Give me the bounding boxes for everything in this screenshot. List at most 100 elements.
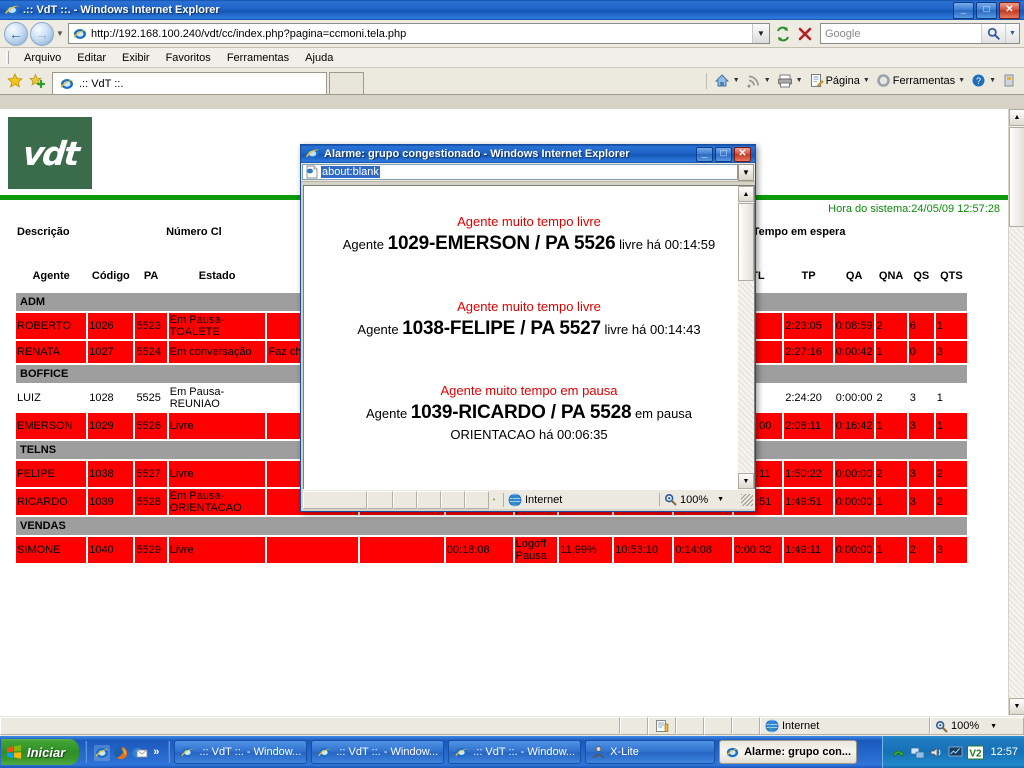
popup-scroll-down-arrow-icon[interactable]: ▼	[738, 473, 754, 489]
menu-item-ferramentas[interactable]: Ferramentas	[219, 50, 297, 66]
close-button[interactable]: ✕	[999, 1, 1020, 19]
add-to-favorites-icon[interactable]	[26, 70, 48, 92]
search-input[interactable]: Google	[821, 28, 981, 40]
page-menu-button[interactable]: Página ▼	[806, 71, 873, 90]
stop-button[interactable]	[794, 23, 816, 45]
help-button[interactable]: ? ▼	[968, 71, 999, 90]
popup-maximize-button[interactable]: □	[715, 146, 732, 162]
page-chevron-down-icon[interactable]: ▼	[863, 77, 870, 84]
tray-clock[interactable]: 12:57	[990, 746, 1018, 758]
popup-address-field[interactable]: about:blank	[302, 164, 738, 180]
refresh-button[interactable]	[772, 23, 794, 45]
back-button[interactable]: ←	[4, 21, 28, 46]
page-scroll-thumb[interactable]	[1009, 127, 1024, 227]
popup-scroll-up-arrow-icon[interactable]: ▲	[738, 186, 754, 202]
print-button[interactable]: ▼	[774, 71, 806, 91]
popup-address-dropdown-icon[interactable]: ▼	[738, 163, 754, 181]
search-box[interactable]: Google ▼	[820, 23, 1020, 44]
research-button[interactable]	[999, 71, 1020, 90]
main-zoom-chevron-down-icon[interactable]: ▼	[990, 723, 997, 730]
taskbar-item[interactable]: .:: VdT ::. - Window...	[448, 740, 582, 764]
maximize-button[interactable]: □	[976, 1, 997, 19]
favorites-star-icon[interactable]	[4, 70, 26, 92]
taskbar-item[interactable]: .:: VdT ::. - Window...	[174, 740, 308, 764]
alarm-detail: Agente 1039-RICARDO / PA 5528 em pausa	[326, 400, 732, 426]
popup-resize-grip[interactable]	[741, 493, 753, 506]
popup-status-bar: Internet 100% ▼	[303, 489, 755, 509]
feeds-button[interactable]: ▼	[743, 71, 774, 90]
popup-internet-explorer-icon	[305, 146, 321, 162]
menu-item-favoritos[interactable]: Favoritos	[158, 50, 219, 66]
taskbar-item[interactable]: X-Lite	[585, 740, 716, 764]
tray-v2-icon[interactable]: V2	[967, 745, 985, 760]
print-chevron-down-icon[interactable]: ▼	[796, 77, 803, 84]
popup-close-button[interactable]: ✕	[734, 146, 751, 162]
tray-monitor-icon[interactable]	[948, 745, 963, 760]
page-icon	[72, 26, 88, 42]
tools-menu-button[interactable]: Ferramentas ▼	[873, 71, 968, 90]
popup-scroll-track[interactable]	[738, 282, 754, 472]
quicklaunch-mail-icon[interactable]	[132, 745, 148, 760]
popup-scroll-thumb[interactable]	[738, 203, 754, 281]
cell-qna: 3	[908, 413, 934, 439]
cell-pa: 5524	[135, 341, 167, 363]
menu-item-editar[interactable]: Editar	[69, 50, 114, 66]
alarm-prefix: Agente	[365, 406, 411, 422]
cell-qs: 3	[935, 341, 967, 363]
cell-agente: LUIZ	[16, 385, 87, 411]
taskbar-item[interactable]: .:: VdT ::. - Window...	[311, 740, 445, 764]
cell-qs: 1	[935, 313, 967, 339]
search-icon[interactable]	[981, 24, 1005, 43]
home-chevron-down-icon[interactable]: ▼	[733, 77, 740, 84]
cell-codigo: 1028	[88, 385, 134, 411]
quicklaunch-overflow-chevron-icon[interactable]: »	[151, 746, 161, 758]
forward-button[interactable]: →	[30, 21, 54, 46]
cell-qa: 1	[875, 489, 907, 515]
agent-row[interactable]: SIMONE 1040 5529 Livre 00:18:08 Logoff Pausa 1…	[16, 537, 967, 563]
main-status-notification-icon[interactable]	[648, 717, 676, 735]
windows-taskbar: Iniciar » .:: VdT::. - Window... .:: Vd…	[0, 736, 1024, 768]
alarm-entry: Agente muito tempo livre Agente 1038-FELI…	[326, 299, 732, 342]
minimize-button[interactable]: _	[953, 1, 974, 19]
taskbar-item[interactable]: Alarme: grupo con...	[719, 740, 858, 764]
scroll-up-arrow-icon[interactable]: ▲	[1009, 109, 1024, 126]
cell-qa: 2	[875, 313, 907, 339]
cell-codigo: 1027	[88, 341, 134, 363]
page-vertical-scrollbar[interactable]: ▲ ▼	[1008, 109, 1024, 715]
main-title-text: .:: VdT ::. - Windows Internet Explorer	[23, 4, 220, 16]
address-dropdown-icon[interactable]: ▼	[752, 24, 769, 43]
page-scroll-track[interactable]	[1009, 228, 1024, 697]
tray-network-icon[interactable]	[910, 745, 925, 760]
tray-phone-icon[interactable]	[891, 745, 906, 760]
cell-qs: 1	[935, 413, 967, 439]
help-chevron-down-icon[interactable]: ▼	[989, 77, 996, 84]
popup-vertical-scrollbar[interactable]: ▲ ▼	[738, 186, 754, 489]
main-zoom-control[interactable]: 100% ▼	[930, 717, 1024, 735]
home-button[interactable]: ▼	[711, 71, 743, 91]
new-tab-button[interactable]	[329, 72, 364, 94]
cell-tl: 1:49:51	[784, 489, 833, 515]
feeds-chevron-down-icon[interactable]: ▼	[764, 77, 771, 84]
start-button[interactable]: Iniciar	[1, 739, 80, 765]
browser-tab-vdt[interactable]: .:: VdT ::.	[52, 72, 327, 94]
cell-estado: Livre	[168, 413, 266, 439]
address-bar[interactable]: http://192.168.100.240/vdt/cc/index.php?…	[68, 23, 770, 44]
popup-minimize-button[interactable]: _	[696, 146, 713, 162]
recent-pages-chevron-icon[interactable]: ▼	[54, 29, 66, 38]
tray-volume-icon[interactable]	[929, 745, 944, 760]
popup-protected-mode-icon	[489, 493, 499, 506]
alarm-popup-window[interactable]: Alarme: grupo congestionado - Windows In…	[300, 144, 756, 512]
popup-zoom-control[interactable]: 100% ▼	[659, 493, 741, 506]
menu-item-arquivo[interactable]: Arquivo	[16, 50, 69, 66]
popup-address-bar[interactable]: about:blank ▼	[301, 163, 755, 182]
menu-item-ajuda[interactable]: Ajuda	[297, 50, 341, 66]
quicklaunch-firefox-icon[interactable]	[113, 745, 128, 760]
scroll-down-arrow-icon[interactable]: ▼	[1009, 698, 1024, 715]
popup-zoom-chevron-down-icon[interactable]: ▼	[717, 496, 724, 503]
menu-item-exibir[interactable]: Exibir	[114, 50, 158, 66]
tools-chevron-down-icon[interactable]: ▼	[958, 77, 965, 84]
cell-pa: 5527	[135, 461, 167, 487]
quicklaunch-ie-icon[interactable]	[94, 744, 111, 761]
search-dropdown-icon[interactable]: ▼	[1005, 24, 1019, 43]
cell-qna: 3	[908, 385, 934, 411]
